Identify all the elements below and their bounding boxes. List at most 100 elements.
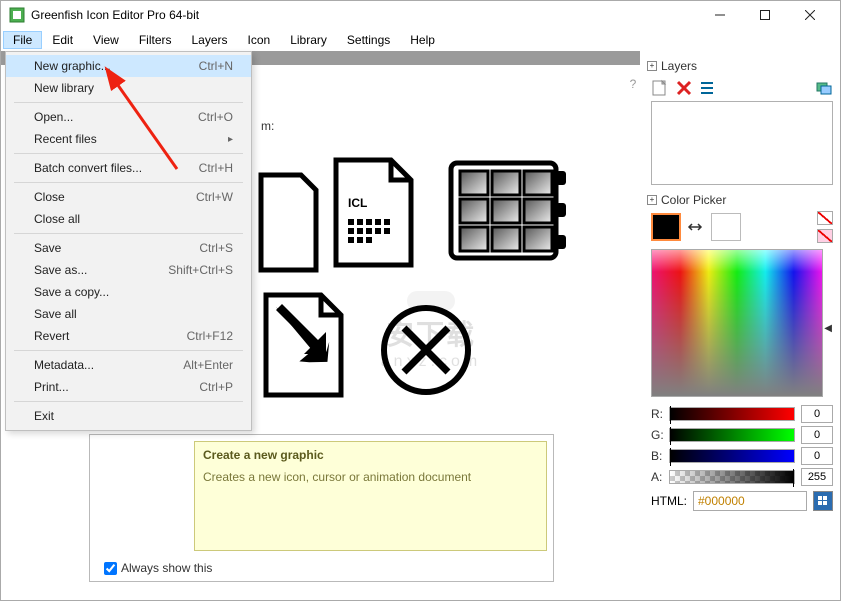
alpha-slider[interactable]: A: 255 [647, 468, 837, 486]
menu-separator [14, 350, 243, 351]
file-menu-item[interactable]: CloseCtrl+W [6, 186, 251, 208]
close-window-button[interactable] [787, 1, 832, 29]
layer-props-icon[interactable] [699, 79, 717, 97]
inverse-swatch[interactable] [817, 229, 833, 243]
window-title: Greenfish Icon Editor Pro 64-bit [31, 8, 697, 22]
file-menu-item[interactable]: Exit [6, 405, 251, 427]
spectrum-caret[interactable]: ◀ [824, 323, 832, 334]
background-swatch[interactable] [711, 213, 741, 241]
menu-separator [14, 182, 243, 183]
menu-filters[interactable]: Filters [129, 31, 182, 49]
menu-item-label: Exit [34, 409, 233, 423]
file-menu-item[interactable]: Batch convert files...Ctrl+H [6, 157, 251, 179]
minimize-button[interactable] [697, 1, 742, 29]
menu-library[interactable]: Library [280, 31, 337, 49]
menu-help[interactable]: Help [400, 31, 445, 49]
foreground-swatch[interactable] [651, 213, 681, 241]
maximize-button[interactable] [742, 1, 787, 29]
file-menu-item[interactable]: Save a copy... [6, 281, 251, 303]
menu-separator [14, 233, 243, 234]
menu-view[interactable]: View [83, 31, 129, 49]
file-menu-item[interactable]: New library [6, 77, 251, 99]
menu-settings[interactable]: Settings [337, 31, 400, 49]
menu-layers[interactable]: Layers [182, 31, 238, 49]
menu-item-label: New graphic... [34, 59, 199, 73]
menu-item-label: Save all [34, 307, 233, 321]
contact-sheet-icon[interactable] [451, 163, 566, 258]
right-panel: + Layers + Color Picker ◀ R: 0 G: 0 B: [647, 57, 837, 594]
file-menu-item[interactable]: Print...Ctrl+P [6, 376, 251, 398]
menu-item-label: Close [34, 190, 196, 204]
blue-slider[interactable]: B: 0 [647, 447, 837, 465]
layers-list[interactable] [651, 101, 833, 185]
tooltip-description: Creates a new icon, cursor or animation … [203, 470, 538, 484]
menu-bar: File Edit View Filters Layers Icon Libra… [1, 29, 840, 51]
color-spectrum[interactable]: ◀ [651, 249, 823, 397]
menu-icon[interactable]: Icon [238, 31, 281, 49]
menu-separator [14, 153, 243, 154]
alpha-value[interactable]: 255 [801, 468, 833, 486]
file-menu-item[interactable]: RevertCtrl+F12 [6, 325, 251, 347]
file-menu-item[interactable]: Save as...Shift+Ctrl+S [6, 259, 251, 281]
always-show-input[interactable] [104, 562, 117, 575]
file-menu-item[interactable]: Recent files [6, 128, 251, 150]
document-icon[interactable] [261, 175, 316, 270]
always-show-checkbox[interactable]: Always show this [104, 561, 212, 575]
green-slider[interactable]: G: 0 [647, 426, 837, 444]
menu-item-shortcut: Alt+Enter [183, 358, 233, 372]
green-value[interactable]: 0 [801, 426, 833, 444]
file-menu-item[interactable]: SaveCtrl+S [6, 237, 251, 259]
red-value[interactable]: 0 [801, 405, 833, 423]
tooltip-heading: Create a new graphic [203, 448, 538, 462]
menu-item-shortcut: Ctrl+N [199, 59, 233, 73]
file-menu-item[interactable]: Metadata...Alt+Enter [6, 354, 251, 376]
expand-icon[interactable]: + [647, 195, 657, 205]
layers-panel-title[interactable]: + Layers [647, 59, 837, 73]
menu-item-shortcut: Ctrl+W [196, 190, 233, 204]
green-bar[interactable] [669, 428, 795, 442]
expand-icon[interactable]: + [647, 61, 657, 71]
menu-item-shortcut: Ctrl+P [199, 380, 233, 394]
menu-item-shortcut: Ctrl+S [199, 241, 233, 255]
svg-text:ICL: ICL [348, 196, 367, 210]
title-bar: Greenfish Icon Editor Pro 64-bit [1, 1, 840, 29]
new-layer-icon[interactable] [651, 79, 669, 97]
blue-value[interactable]: 0 [801, 447, 833, 465]
transparent-swatch[interactable] [817, 211, 833, 225]
app-icon [9, 7, 25, 23]
os-badge-icon[interactable] [813, 491, 833, 511]
menu-item-label: New library [34, 81, 233, 95]
file-menu-item[interactable]: Save all [6, 303, 251, 325]
html-color-field[interactable]: #000000 [693, 491, 807, 511]
help-icon[interactable]: ? [626, 77, 640, 91]
menu-separator [14, 401, 243, 402]
menu-item-label: Save [34, 241, 199, 255]
menu-item-label: Revert [34, 329, 187, 343]
menu-item-label: Batch convert files... [34, 161, 199, 175]
red-bar[interactable] [669, 407, 795, 421]
blue-bar[interactable] [669, 449, 795, 463]
menu-item-shortcut: Ctrl+H [199, 161, 233, 175]
menu-item-shortcut: Ctrl+O [198, 110, 233, 124]
file-menu-item[interactable]: Close all [6, 208, 251, 230]
delete-layer-icon[interactable] [675, 79, 693, 97]
partial-text: m: [261, 119, 274, 133]
color-picker-title[interactable]: + Color Picker [647, 193, 837, 207]
merge-layers-icon[interactable] [815, 79, 833, 97]
color-swatches [647, 211, 837, 243]
file-menu-item[interactable]: Open...Ctrl+O [6, 106, 251, 128]
tooltip-panel: Create a new graphic Creates a new icon,… [194, 441, 547, 551]
menu-item-shortcut: Shift+Ctrl+S [168, 263, 233, 277]
alpha-bar[interactable] [669, 470, 795, 484]
file-menu-item[interactable]: New graphic...Ctrl+N [6, 55, 251, 77]
swap-colors-icon[interactable] [687, 219, 705, 235]
icl-file-icon[interactable]: ICL [336, 160, 411, 265]
red-slider[interactable]: R: 0 [647, 405, 837, 423]
menu-item-label: Recent files [34, 132, 220, 146]
menu-item-label: Metadata... [34, 358, 183, 372]
always-show-label: Always show this [121, 561, 212, 575]
menu-item-label: Print... [34, 380, 199, 394]
menu-file[interactable]: File [3, 31, 42, 49]
menu-edit[interactable]: Edit [42, 31, 83, 49]
menu-item-label: Open... [34, 110, 198, 124]
